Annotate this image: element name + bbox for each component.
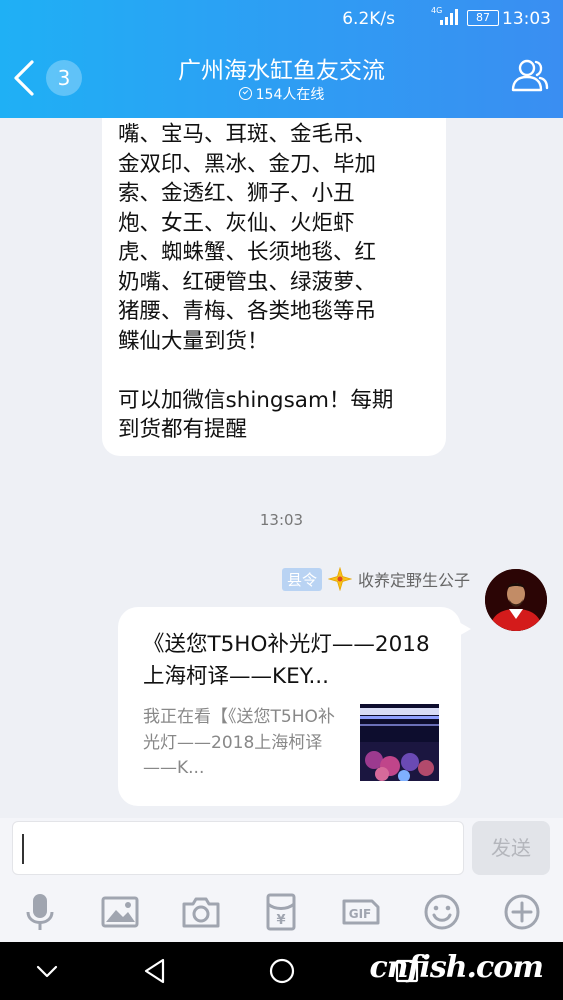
message-text: 嘴、宝马、耳斑、金毛吊、 金双印、黑冰、金刀、毕加 索、金透红、狮子、小丑 炮、女王、… — [118, 120, 432, 356]
message-text-tail: 可以加微信shingsam！每期 到货都有提醒 — [118, 386, 432, 445]
plus-icon[interactable] — [502, 892, 542, 932]
chat-area[interactable]: 嘴、宝马、耳斑、金毛吊、 金双印、黑冰、金刀、毕加 索、金透红、狮子、小丑 炮、女王、… — [0, 118, 563, 818]
message-line: 金双印、黑冰、金刀、毕加 — [118, 151, 377, 177]
camera-icon[interactable] — [181, 892, 221, 932]
home-icon[interactable] — [267, 956, 297, 986]
svg-text:¥: ¥ — [276, 913, 285, 928]
sender-rank-badge: 县令 — [281, 567, 322, 591]
message-line: 鲽仙大量到货！ — [118, 328, 269, 354]
input-bar: 发送 ¥ GIF — [0, 818, 563, 942]
sender-info: 县令 收养定野生公子 — [281, 566, 470, 592]
text-caret — [22, 834, 24, 864]
star-icon — [327, 567, 352, 591]
chat-header: 3 广州海水缸鱼友交流 154人在线 — [0, 38, 563, 118]
mic-icon[interactable] — [20, 892, 60, 932]
status-time: 13:03 — [502, 9, 551, 29]
message-line: 嘴、宝马、耳斑、金毛吊、 — [118, 122, 377, 147]
message-line: 索、金透红、狮子、小丑 — [118, 181, 355, 206]
message-line: 奶嘴、红硬管虫、绿菠萝、 — [118, 269, 377, 295]
avatar-photo — [485, 569, 547, 631]
input-toolbar: ¥ GIF — [0, 892, 563, 936]
watermark: cnfish.com — [369, 950, 544, 985]
message-line: 猪腰、青梅、各类地毯等吊 — [118, 299, 377, 324]
group-title: 广州海水缸鱼友交流 — [178, 58, 385, 84]
card-thumbnail — [360, 704, 439, 781]
card-description: 我正在看【《送您T5HO补光灯——2018上海柯译——K... — [143, 707, 335, 778]
image-icon[interactable] — [100, 892, 140, 932]
message-line: 到货都有提醒 — [118, 417, 248, 442]
message-bubble[interactable]: 嘴、宝马、耳斑、金毛吊、 金双印、黑冰、金刀、毕加 索、金透红、狮子、小丑 炮、女王、… — [102, 118, 446, 456]
svg-text:GIF: GIF — [349, 907, 372, 921]
gif-icon[interactable]: GIF — [341, 892, 381, 932]
hide-keyboard-icon[interactable] — [32, 956, 62, 986]
status-bar: 6.2K/s 4G 87 13:03 — [0, 0, 563, 38]
top-bar: 6.2K/s 4G 87 13:03 3 广州海水缸鱼友交流 154人在线 — [0, 0, 563, 118]
avatar[interactable] — [485, 569, 547, 631]
card-title: 《送您T5HO补光灯——2018上海柯译——KEY... — [143, 632, 430, 689]
message-line: 炮、女王、灰仙、火炬虾 — [118, 210, 355, 236]
sender-name: 收养定野生公子 — [357, 571, 470, 590]
back-icon[interactable] — [141, 956, 171, 986]
online-count: 154人在线 — [0, 84, 563, 104]
message-timestamp: 13:03 — [259, 511, 304, 529]
system-nav-bar: cnfish.com — [0, 942, 563, 1000]
shared-link-card[interactable]: 《送您T5HO补光灯——2018上海柯译——KEY... 我正在看【《送您T5H… — [118, 607, 471, 806]
message-input[interactable] — [12, 821, 464, 875]
battery-icon: 87 — [467, 10, 499, 26]
network-speed: 6.2K/s — [342, 9, 395, 29]
message-line: 可以加微信shingsam！每期 — [118, 387, 394, 413]
message-line: 虎、蜘蛛蟹、长须地毯、红 — [118, 240, 377, 265]
group-members-icon[interactable] — [509, 56, 549, 96]
online-check-icon — [238, 87, 252, 100]
emoji-icon[interactable] — [422, 892, 462, 932]
red-packet-icon[interactable]: ¥ — [261, 892, 301, 932]
send-button[interactable]: 发送 — [472, 821, 550, 875]
signal-icon — [440, 9, 458, 25]
